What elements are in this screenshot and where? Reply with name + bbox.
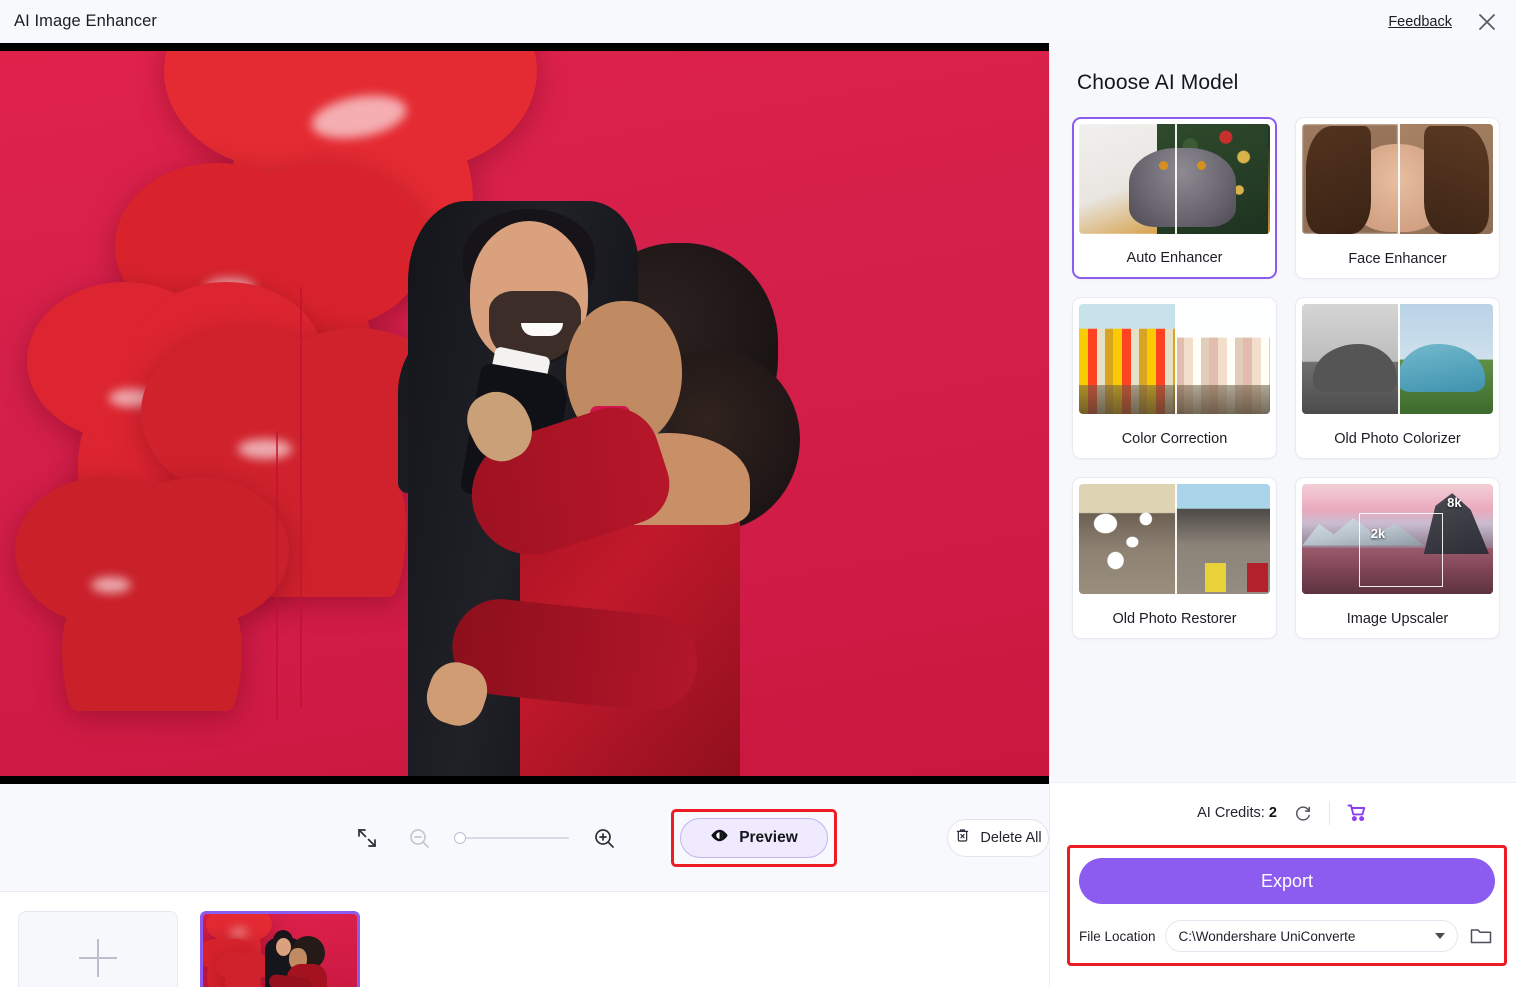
plus-icon: [79, 939, 117, 977]
model-thumb-old-photo-colorizer: [1302, 304, 1493, 414]
zoom-out-icon[interactable]: [402, 821, 436, 855]
page-title: AI Image Enhancer: [14, 12, 157, 30]
export-section: AI Credits: 2 Export File Location C:\Wo…: [1050, 782, 1516, 987]
model-thumb-color-correction: [1079, 304, 1270, 414]
image-preview-stage[interactable]: [0, 43, 1049, 784]
model-thumb-image-upscaler: 2k 8k: [1302, 484, 1493, 594]
thumbnail-strip: [0, 892, 1049, 987]
thumbnail-image: [203, 914, 357, 987]
balloon-string: [276, 431, 278, 721]
editor-column: Preview Delete All: [0, 43, 1049, 987]
chevron-down-icon[interactable]: [1435, 933, 1445, 939]
panel-heading: Choose AI Model: [1077, 71, 1239, 94]
model-thumb-face-enhancer: [1302, 124, 1493, 234]
preview-image: [0, 51, 1049, 776]
trash-icon: [954, 827, 971, 848]
credits-row: AI Credits: 2: [1050, 783, 1516, 843]
model-grid: Auto Enhancer Face Enhancer Color Correc…: [1050, 95, 1516, 639]
preview-button-highlight: Preview: [671, 808, 837, 867]
model-label: Old Photo Colorizer: [1334, 431, 1461, 447]
ai-credits-label: AI Credits:: [1197, 805, 1265, 821]
ai-credits-text: AI Credits: 2: [1197, 805, 1277, 821]
thumbnail-item[interactable]: [200, 911, 360, 987]
export-button[interactable]: Export: [1079, 858, 1495, 904]
folder-icon[interactable]: [1467, 922, 1495, 950]
file-location-select[interactable]: C:\Wondershare UniConverte: [1164, 920, 1458, 952]
model-card-auto-enhancer[interactable]: Auto Enhancer: [1072, 117, 1277, 279]
heart-balloon: [15, 477, 289, 711]
export-highlight: Export File Location C:\Wondershare UniC…: [1067, 845, 1507, 966]
cart-icon[interactable]: [1344, 800, 1370, 826]
export-button-label: Export: [1260, 870, 1314, 891]
model-card-face-enhancer[interactable]: Face Enhancer: [1295, 117, 1500, 279]
preview-button[interactable]: Preview: [680, 817, 828, 858]
preview-button-label: Preview: [739, 828, 798, 846]
model-label: Face Enhancer: [1348, 251, 1447, 267]
model-card-color-correction[interactable]: Color Correction: [1072, 297, 1277, 459]
file-location-label: File Location: [1079, 928, 1156, 944]
before-after-divider: [1174, 304, 1177, 414]
zoom-in-icon[interactable]: [587, 821, 621, 855]
balloon-string: [300, 287, 302, 707]
title-bar-actions: Feedback: [1388, 7, 1516, 37]
fit-screen-icon[interactable]: [350, 821, 384, 855]
model-card-old-photo-restorer[interactable]: Old Photo Restorer: [1072, 477, 1277, 639]
refresh-icon[interactable]: [1291, 801, 1315, 825]
ai-credits-value: 2: [1268, 805, 1277, 821]
man-smile: [521, 323, 563, 336]
zoom-slider-track: [460, 836, 569, 839]
file-location-row: File Location C:\Wondershare UniConverte: [1079, 920, 1495, 952]
delete-all-button[interactable]: Delete All: [947, 818, 1049, 857]
title-bar: AI Image Enhancer Feedback: [0, 0, 1516, 43]
before-after-divider: [1174, 124, 1177, 234]
model-thumb-auto-enhancer: [1079, 124, 1270, 234]
delete-all-label: Delete All: [980, 829, 1042, 846]
preview-toolbar: Preview Delete All: [0, 784, 1049, 892]
ai-image-enhancer-window: AI Image Enhancer Feedback Preview Delet…: [0, 0, 1516, 987]
upscale-badge-low: 2k: [1370, 525, 1386, 541]
feedback-link[interactable]: Feedback: [1388, 14, 1452, 30]
model-panel: Choose AI Model Auto Enhancer Face Enhan…: [1049, 43, 1516, 987]
zoom-slider[interactable]: [454, 829, 569, 847]
upscale-badge-high: 8k: [1447, 495, 1462, 510]
add-image-button[interactable]: [18, 911, 178, 987]
model-label: Auto Enhancer: [1126, 250, 1223, 266]
model-card-old-photo-colorizer[interactable]: Old Photo Colorizer: [1295, 297, 1500, 459]
model-label: Old Photo Restorer: [1112, 611, 1237, 627]
model-card-image-upscaler[interactable]: 2k 8k Image Upscaler: [1295, 477, 1500, 639]
close-icon[interactable]: [1472, 7, 1502, 37]
model-label: Color Correction: [1121, 431, 1228, 447]
zoom-slider-knob[interactable]: [454, 831, 466, 844]
before-after-divider: [1397, 124, 1400, 234]
file-location-value: C:\Wondershare UniConverte: [1178, 928, 1356, 944]
eye-icon: [710, 826, 729, 850]
model-thumb-old-photo-restorer: [1079, 484, 1270, 594]
before-after-divider: [1397, 304, 1400, 414]
divider: [1328, 801, 1330, 825]
model-label: Image Upscaler: [1346, 611, 1449, 627]
zoom-controls: [350, 821, 621, 855]
before-after-divider: [1174, 484, 1177, 594]
